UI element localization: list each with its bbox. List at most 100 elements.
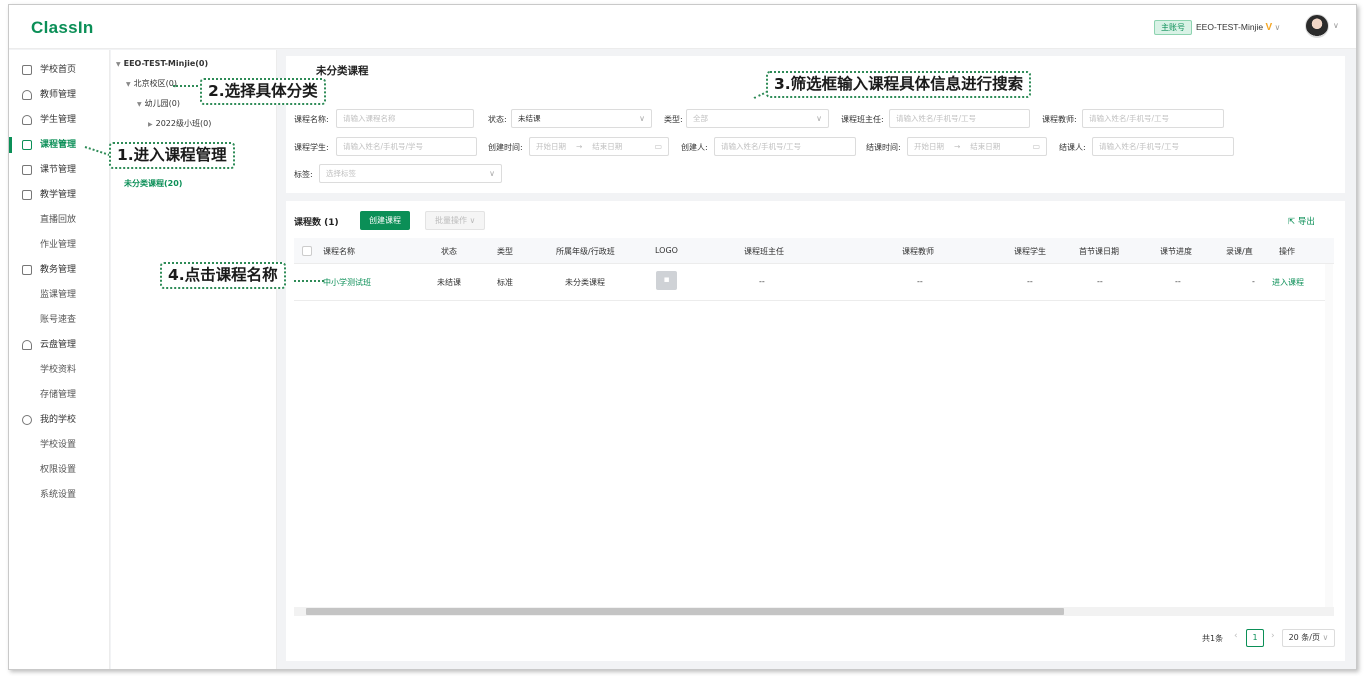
tags-placeholder: 选择标签 bbox=[326, 169, 356, 178]
page-size-value: 20 条/页 bbox=[1288, 633, 1320, 642]
head-teacher-label: 课程班主任: bbox=[841, 115, 884, 124]
horizontal-scroll-thumb[interactable] bbox=[306, 608, 1064, 615]
course-name-input[interactable]: 请输入课程名称 bbox=[336, 109, 474, 128]
course-list-panel bbox=[286, 201, 1345, 661]
chevron-down-icon[interactable]: ∨ bbox=[1275, 23, 1281, 32]
callout-step-3: 3.筛选框输入课程具体信息进行搜索 bbox=[766, 71, 1032, 98]
column-header-grade[interactable]: 所属年级/行政班 bbox=[556, 246, 615, 257]
tree-node-label: 幼儿园(0) bbox=[144, 99, 180, 108]
sidebar-item-my-school[interactable]: 我的学校 bbox=[9, 409, 110, 431]
page-title: 未分类课程 bbox=[316, 65, 369, 77]
row-teacher: -- bbox=[917, 277, 923, 286]
row-first-date: -- bbox=[1097, 277, 1103, 286]
teacher-input[interactable]: 请输入姓名/手机号/工号 bbox=[1082, 109, 1224, 128]
chevron-down-icon[interactable]: ∨ bbox=[1333, 21, 1339, 30]
student-input[interactable]: 请输入姓名/手机号/学号 bbox=[336, 137, 477, 156]
column-header-status[interactable]: 状态 bbox=[441, 246, 457, 257]
column-header-head-teacher[interactable]: 课程班主任 bbox=[744, 246, 784, 257]
tree-node-class[interactable]: ▶ 2022级小班(0) bbox=[148, 118, 211, 129]
column-header-student[interactable]: 课程学生 bbox=[1014, 246, 1046, 257]
sidebar-item-school-home[interactable]: 学校首页 bbox=[9, 59, 110, 81]
sidebar-item-label: 教师管理 bbox=[40, 90, 77, 100]
tree-node-campus[interactable]: ▼ 北京校区(0) bbox=[126, 78, 177, 89]
created-time-label: 创建时间: bbox=[488, 143, 523, 152]
page-size-select[interactable]: 20 条/页 ∨ bbox=[1282, 629, 1335, 647]
classin-logo[interactable]: ClassIn bbox=[31, 18, 94, 38]
end-date: 结束日期 bbox=[970, 142, 1001, 151]
course-logo-placeholder-icon: ▪ bbox=[656, 271, 677, 290]
column-header-progress[interactable]: 课节进度 bbox=[1160, 246, 1192, 257]
sidebar-item-monitor[interactable]: 监课管理 bbox=[9, 284, 110, 306]
creator-label: 创建人: bbox=[681, 143, 708, 152]
row-record: - bbox=[1252, 277, 1255, 286]
sidebar-item-label: 云盘管理 bbox=[40, 340, 77, 350]
column-header-logo[interactable]: LOGO bbox=[655, 246, 678, 255]
vertical-scrollbar[interactable] bbox=[1325, 264, 1333, 610]
sidebar-item-school-settings[interactable]: 学校设置 bbox=[9, 434, 110, 456]
row-head-teacher: -- bbox=[759, 277, 765, 286]
column-header-name[interactable]: 课程名称 bbox=[323, 246, 355, 257]
page-number-button[interactable]: 1 bbox=[1246, 629, 1264, 647]
calendar-icon: ▭ bbox=[654, 142, 662, 151]
prev-page-icon[interactable]: ‹ bbox=[1234, 631, 1238, 641]
sidebar-item-permissions[interactable]: 权限设置 bbox=[9, 459, 110, 481]
sidebar-item-homework[interactable]: 作业管理 bbox=[9, 234, 110, 256]
course-name-link[interactable]: 中小学测试班 bbox=[323, 277, 371, 288]
sidebar-item-live-replay[interactable]: 直播回放 bbox=[9, 209, 110, 231]
row-progress: -- bbox=[1175, 277, 1181, 286]
create-course-button[interactable]: 创建课程 bbox=[360, 211, 410, 230]
tags-select[interactable]: 选择标签 ∨ bbox=[319, 164, 502, 183]
group-icon bbox=[22, 115, 32, 125]
sidebar-item-storage[interactable]: 存储管理 bbox=[9, 384, 110, 406]
account-type-badge: 主账号 bbox=[1154, 20, 1192, 35]
sidebar-item-lessons[interactable]: 课节管理 bbox=[9, 159, 110, 181]
tree-node-kindergarten[interactable]: ▼ 幼儿园(0) bbox=[137, 98, 180, 109]
type-select[interactable]: 全部 ∨ bbox=[686, 109, 829, 128]
creator-input[interactable]: 请输入姓名/手机号/工号 bbox=[714, 137, 856, 156]
export-button[interactable]: ⇱ 导出 bbox=[1288, 215, 1315, 227]
caret-right-icon[interactable]: ▶ bbox=[148, 121, 153, 128]
caret-down-icon[interactable]: ▼ bbox=[126, 81, 131, 88]
sidebar-item-academic[interactable]: 教务管理 bbox=[9, 259, 110, 281]
column-header-record[interactable]: 录课/直 bbox=[1226, 246, 1259, 257]
sidebar-item-school-files[interactable]: 学校资料 bbox=[9, 359, 110, 381]
sidebar-item-courses[interactable]: 课程管理 bbox=[9, 134, 110, 156]
select-all-checkbox[interactable] bbox=[302, 246, 312, 256]
closer-input[interactable]: 请输入姓名/手机号/工号 bbox=[1092, 137, 1234, 156]
created-time-range[interactable]: 开始日期 → 结束日期 ▭ bbox=[529, 137, 669, 156]
end-date: 结束日期 bbox=[592, 142, 623, 151]
chevron-down-icon: ∨ bbox=[469, 216, 476, 225]
closed-time-label: 结课时间: bbox=[866, 143, 901, 152]
closed-time-range[interactable]: 开始日期 → 结束日期 ▭ bbox=[907, 137, 1047, 156]
head-teacher-input[interactable]: 请输入姓名/手机号/工号 bbox=[889, 109, 1030, 128]
sidebar-item-label: 教学管理 bbox=[40, 190, 77, 200]
caret-down-icon[interactable]: ▼ bbox=[116, 61, 121, 68]
total-count: 共1条 bbox=[1202, 634, 1224, 643]
tree-node-label: 北京校区(0) bbox=[133, 79, 177, 88]
sidebar-item-teachers[interactable]: 教师管理 bbox=[9, 84, 110, 106]
column-header-first-date[interactable]: 首节课日期 bbox=[1079, 246, 1119, 257]
column-header-action: 操作 bbox=[1279, 247, 1295, 256]
sidebar-item-system-settings[interactable]: 系统设置 bbox=[9, 484, 110, 506]
account-menu[interactable]: EEO-TEST-Minjie V ∨ bbox=[1196, 22, 1280, 33]
batch-action-label: 批量操作 bbox=[435, 216, 467, 225]
column-header-teacher[interactable]: 课程教师 bbox=[902, 246, 934, 257]
horizontal-scrollbar[interactable] bbox=[294, 607, 1334, 616]
sidebar-item-cloud[interactable]: 云盘管理 bbox=[9, 334, 110, 356]
status-select[interactable]: 未结课 ∨ bbox=[511, 109, 652, 128]
account-name: EEO-TEST-Minjie bbox=[1196, 22, 1264, 32]
caret-down-icon[interactable]: ▼ bbox=[137, 101, 142, 108]
calendar-icon: ▭ bbox=[1032, 142, 1040, 151]
avatar[interactable] bbox=[1305, 14, 1329, 38]
tree-root[interactable]: ▼ EEO-TEST-Minjie(0) bbox=[116, 59, 208, 68]
tags-label: 标签: bbox=[294, 170, 313, 179]
next-page-icon[interactable]: › bbox=[1271, 631, 1275, 641]
enter-course-link[interactable]: 进入课程 bbox=[1272, 277, 1304, 288]
callout-step-4: 4.点击课程名称 bbox=[160, 262, 286, 289]
sidebar-item-teaching[interactable]: 教学管理 bbox=[9, 184, 110, 206]
tree-node-uncategorized[interactable]: 未分类课程(20) bbox=[124, 178, 182, 189]
sidebar-item-account-lookup[interactable]: 账号速查 bbox=[9, 309, 110, 331]
sidebar-item-students[interactable]: 学生管理 bbox=[9, 109, 110, 131]
batch-action-button[interactable]: 批量操作 ∨ bbox=[425, 211, 486, 230]
column-header-type[interactable]: 类型 bbox=[497, 246, 513, 257]
